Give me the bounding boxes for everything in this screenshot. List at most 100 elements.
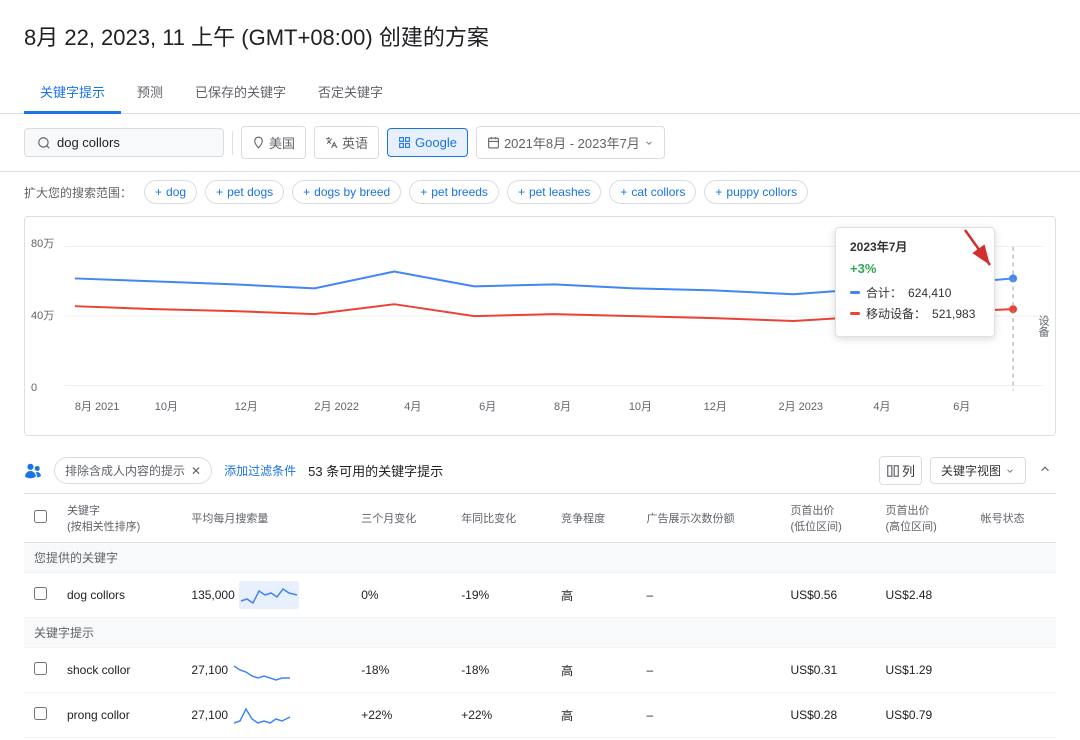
collapse-button[interactable] <box>1034 458 1056 483</box>
svg-text:10月: 10月 <box>155 401 178 413</box>
yoy-cell: +22% <box>451 693 551 738</box>
low-bid-cell: US$0.28 <box>780 693 875 738</box>
chevron-down-icon <box>1005 466 1015 476</box>
divider <box>232 131 233 155</box>
monthly-search-cell: 135,000 <box>181 573 351 618</box>
plus-icon: + <box>715 185 722 199</box>
low-bid-value: US$0.56 <box>790 588 837 602</box>
search-box[interactable] <box>24 128 224 157</box>
svg-text:4月: 4月 <box>873 401 890 413</box>
yoy-value: -18% <box>461 663 489 677</box>
toolbar: 美国 英语 Google 2021年8月 - 2023年7月 <box>0 114 1080 172</box>
collapse-icon <box>1038 462 1052 476</box>
svg-text:10月: 10月 <box>629 401 652 413</box>
date-filter[interactable]: 2021年8月 - 2023年7月 <box>476 126 665 159</box>
language-filter[interactable]: 英语 <box>314 126 379 159</box>
keyword-view-button[interactable]: 关键字视图 <box>930 457 1026 484</box>
svg-text:2月 2023: 2月 2023 <box>779 401 823 413</box>
section-header-provided: 您提供的关键字 <box>24 543 1056 573</box>
chevron-down-icon <box>644 138 654 148</box>
tab-saved-keywords[interactable]: 已保存的关键字 <box>179 72 302 114</box>
page-header: 8月 22, 2023, 11 上午 (GMT+08:00) 创建的方案 <box>0 0 1080 72</box>
search-icon <box>37 136 51 150</box>
three-month-cell: +22% <box>351 693 451 738</box>
tab-keyword-suggestions[interactable]: 关键字提示 <box>24 72 121 114</box>
plus-icon: + <box>216 185 223 199</box>
header-three-month: 三个月变化 <box>351 494 451 543</box>
columns-button[interactable]: 列 <box>879 456 922 485</box>
expand-chip-pet-breeds[interactable]: + pet breeds <box>409 180 499 204</box>
plus-icon: + <box>155 185 162 199</box>
expand-chip-pet-leashes[interactable]: + pet leashes <box>507 180 601 204</box>
svg-text:6月: 6月 <box>479 401 496 413</box>
monthly-search-cell: 27,100 <box>181 693 351 738</box>
status-cell <box>971 693 1056 738</box>
table-header-row: 关键字(按相关性排序) 平均每月搜索量 三个月变化 年同比变化 竞争程度 广告展… <box>24 494 1056 543</box>
network-filter[interactable]: Google <box>387 128 468 157</box>
svg-text:2月 2022: 2月 2022 <box>314 401 358 413</box>
low-bid-cell: US$0.56 <box>780 573 875 618</box>
bottom-section: 排除含成人内容的提示 ✕ 添加过滤条件 53 条可用的关键字提示 列 关键字视图 <box>0 448 1080 738</box>
network-label: Google <box>415 135 457 150</box>
header-status: 帐号状态 <box>971 494 1056 543</box>
three-month-cell: -18% <box>351 648 451 693</box>
competition-value: 高 <box>561 589 573 603</box>
tooltip-dot-red <box>850 312 860 315</box>
translate-icon <box>325 136 338 149</box>
tab-negative-keywords[interactable]: 否定关键字 <box>302 72 399 114</box>
header-competition: 竞争程度 <box>551 494 636 543</box>
row-checkbox-cell <box>24 648 57 693</box>
expand-chip-dogs-by-breed[interactable]: + dogs by breed <box>292 180 401 204</box>
keyword-cell: shock collor <box>57 648 181 693</box>
columns-label: 列 <box>902 461 915 480</box>
remove-filter-button[interactable]: ✕ <box>191 464 201 478</box>
tooltip-mobile-label: 移动设备： <box>866 305 926 322</box>
row-checkbox[interactable] <box>34 662 47 675</box>
columns-icon <box>886 464 900 478</box>
low-bid-value: US$0.31 <box>790 663 837 677</box>
competition-value: 高 <box>561 709 573 723</box>
yoy-value: +22% <box>461 708 492 722</box>
search-input[interactable] <box>57 135 197 150</box>
expand-chip-dog[interactable]: + dog <box>144 180 197 204</box>
three-month-value: -18% <box>361 663 389 677</box>
row-checkbox[interactable] <box>34 707 47 720</box>
mini-chart-prong-collor <box>232 701 292 729</box>
status-cell <box>971 573 1056 618</box>
impression-share-value: – <box>646 588 653 602</box>
section-label-provided: 您提供的关键字 <box>34 551 118 565</box>
row-checkbox[interactable] <box>34 587 47 600</box>
high-bid-cell: US$2.48 <box>876 573 971 618</box>
tab-bar: 关键字提示 预测 已保存的关键字 否定关键字 <box>0 72 1080 114</box>
keyword-text: dog collors <box>67 588 125 602</box>
filter-row: 排除含成人内容的提示 ✕ 添加过滤条件 53 条可用的关键字提示 列 关键字视图 <box>24 448 1056 494</box>
keyword-text: prong collor <box>67 708 130 722</box>
monthly-search-value: 27,100 <box>191 663 228 677</box>
tooltip-mobile-value: 521,983 <box>932 307 975 321</box>
expand-chip-pet-dogs[interactable]: + pet dogs <box>205 180 284 204</box>
impression-share-cell: – <box>636 573 780 618</box>
keyword-text: shock collor <box>67 663 130 677</box>
location-filter[interactable]: 美国 <box>241 126 306 159</box>
header-high-bid: 页首出价(高位区间) <box>876 494 971 543</box>
mini-chart-dog-collors <box>239 581 299 609</box>
date-range-label: 2021年8月 - 2023年7月 <box>504 133 640 152</box>
tab-forecast[interactable]: 预测 <box>121 72 179 114</box>
expand-chip-cat-collors[interactable]: + cat collors <box>609 180 696 204</box>
add-filter-button[interactable]: 添加过滤条件 <box>224 462 296 479</box>
header-yoy: 年同比变化 <box>451 494 551 543</box>
row-checkbox-cell <box>24 693 57 738</box>
svg-text:12月: 12月 <box>235 401 258 413</box>
keyword-view-label: 关键字视图 <box>941 462 1001 479</box>
tooltip-dot-blue <box>850 291 860 294</box>
expand-chip-puppy-collors[interactable]: + puppy collors <box>704 180 808 204</box>
svg-text:4月: 4月 <box>404 401 421 413</box>
adult-content-label: 排除含成人内容的提示 <box>65 462 185 479</box>
select-all-checkbox[interactable] <box>34 510 47 523</box>
row-checkbox-cell <box>24 573 57 618</box>
calendar-icon <box>487 136 500 149</box>
plus-icon: + <box>620 185 627 199</box>
keyword-cell: dog collors <box>57 573 181 618</box>
plus-icon: + <box>420 185 427 199</box>
plus-icon: + <box>303 185 310 199</box>
